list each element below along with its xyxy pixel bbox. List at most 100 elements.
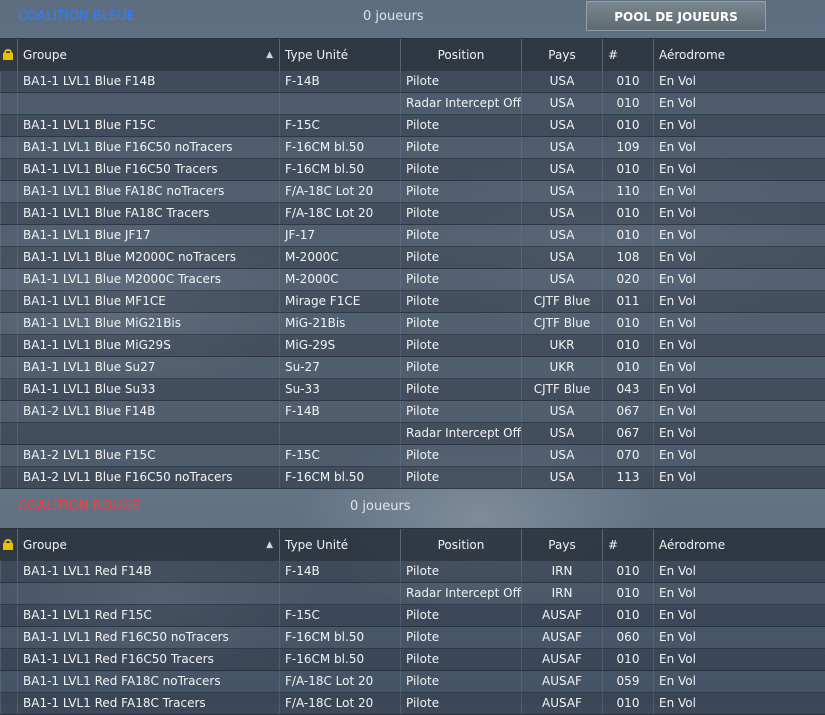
column-header-country[interactable]: Pays	[521, 529, 602, 561]
red-table-header: Groupe ▲ Type Unité Position Pays # Aéro…	[0, 528, 825, 561]
column-header-position[interactable]: Position	[400, 529, 521, 561]
cell-country: USA	[521, 181, 602, 202]
table-row[interactable]: BA1-1 LVL1 Blue M2000C Tracers M-2000C Pil…	[0, 269, 825, 291]
cell-airfield: En Vol	[653, 357, 825, 378]
table-row[interactable]: Radar Intercept OfficerUSA067En Vol	[0, 423, 825, 445]
column-header-number[interactable]: #	[602, 39, 653, 71]
table-row[interactable]: Radar Intercept OfficerUSA010En Vol	[0, 93, 825, 115]
table-row[interactable]: BA1-1 LVL1 Blue MiG29S MiG-29S Pilote UKR 01…	[0, 335, 825, 357]
row-lock-cell	[0, 335, 17, 356]
table-row[interactable]: BA1-1 LVL1 Blue JF17 JF-17 Pilote USA 010 En …	[0, 225, 825, 247]
column-header-unit-type[interactable]: Type Unité	[279, 39, 400, 71]
cell-group: BA1-1 LVL1 Blue FA18C Tracers	[17, 203, 279, 224]
cell-group: BA1-1 LVL1 Blue MiG29S	[17, 335, 279, 356]
column-header-country[interactable]: Pays	[521, 39, 602, 71]
blue-lock-column[interactable]	[0, 39, 16, 71]
cell-unit-type: F-14B	[279, 71, 400, 92]
cell-position: Pilote	[400, 269, 521, 290]
cell-country: USA	[521, 423, 602, 444]
cell-group: BA1-1 LVL1 Blue F14B	[17, 71, 279, 92]
row-lock-cell	[0, 181, 17, 202]
cell-country: USA	[521, 137, 602, 158]
cell-position: Pilote	[400, 247, 521, 268]
table-row[interactable]: BA1-1 LVL1 Blue MiG21Bis MiG-21Bis Pilote C…	[0, 313, 825, 335]
cell-number: 010	[602, 693, 653, 714]
cell-unit-type: F/A-18C Lot 20	[279, 181, 400, 202]
cell-airfield: En Vol	[653, 225, 825, 246]
cell-position: Pilote	[400, 467, 521, 488]
table-row[interactable]: BA1-2 LVL1 Blue F14B F-14B Pilote USA 067 En …	[0, 401, 825, 423]
table-row[interactable]: BA1-1 LVL1 Blue Su33 Su-33 Pilote CJTF Blue…	[0, 379, 825, 401]
cell-airfield: En Vol	[653, 269, 825, 290]
cell-group: BA1-1 LVL1 Blue F16C50 noTracers	[17, 137, 279, 158]
cell-number: 010	[602, 313, 653, 334]
cell-group	[17, 423, 279, 444]
table-row[interactable]: BA1-1 LVL1 Red F14B F-14B Pilote IRN 010 En V…	[0, 561, 825, 583]
table-row[interactable]: BA1-1 LVL1 Blue MF1CE Mirage F1CE Pilote CJ…	[0, 291, 825, 313]
cell-position: Pilote	[400, 335, 521, 356]
cell-number: 108	[602, 247, 653, 268]
cell-airfield: En Vol	[653, 649, 825, 670]
cell-country: CJTF Blue	[521, 379, 602, 400]
cell-country: IRN	[521, 561, 602, 582]
column-header-number[interactable]: #	[602, 529, 653, 561]
cell-airfield: En Vol	[653, 605, 825, 626]
table-row[interactable]: BA1-1 LVL1 Blue F15C F-15C Pilote USA 010 En …	[0, 115, 825, 137]
red-lock-column[interactable]	[0, 529, 16, 561]
cell-group: BA1-1 LVL1 Red F16C50 Tracers	[17, 649, 279, 670]
table-row[interactable]: BA1-1 LVL1 Blue F16C50 noTracers F-16CM b…	[0, 137, 825, 159]
column-header-airfield[interactable]: Aérodrome	[653, 39, 825, 71]
table-row[interactable]: BA1-1 LVL1 Red F16C50 Tracers F-16CM bl.5…	[0, 649, 825, 671]
column-header-airfield[interactable]: Aérodrome	[653, 529, 825, 561]
cell-number: 010	[602, 649, 653, 670]
table-row[interactable]: BA1-2 LVL1 Blue F16C50 noTracers F-16CM b…	[0, 467, 825, 489]
table-row[interactable]: BA1-1 LVL1 Red FA18C Tracers F/A-18C Lot …	[0, 693, 825, 715]
cell-country: AUSAF	[521, 671, 602, 692]
table-row[interactable]: BA1-1 LVL1 Blue FA18C noTracers F/A-18C L…	[0, 181, 825, 203]
table-row[interactable]: BA1-1 LVL1 Red FA18C noTracers F/A-18C Lo…	[0, 671, 825, 693]
cell-number: 010	[602, 583, 653, 604]
cell-country: UKR	[521, 335, 602, 356]
blue-table-header: Groupe ▲ Type Unité Position Pays # Aéro…	[0, 38, 825, 71]
player-pool-button[interactable]: POOL DE JOUEURS	[586, 1, 766, 31]
table-row[interactable]: BA1-2 LVL1 Blue F15C F-15C Pilote USA 070 En …	[0, 445, 825, 467]
table-row[interactable]: BA1-1 LVL1 Blue FA18C Tracers F/A-18C Lot…	[0, 203, 825, 225]
table-row[interactable]: BA1-1 LVL1 Blue F14B F-14B Pilote USA 010 En …	[0, 71, 825, 93]
cell-group: BA1-1 LVL1 Red F15C	[17, 605, 279, 626]
table-row[interactable]: BA1-1 LVL1 Red F16C50 noTracers F-16CM bl…	[0, 627, 825, 649]
cell-number: 010	[602, 357, 653, 378]
table-row[interactable]: BA1-1 LVL1 Red F15C F-15C Pilote AUSAF 010 En…	[0, 605, 825, 627]
row-lock-cell	[0, 313, 17, 334]
table-row[interactable]: Radar Intercept OfficerIRN010En Vol	[0, 583, 825, 605]
red-coalition-title: COALITION ROUGE	[18, 499, 140, 514]
row-lock-cell	[0, 379, 17, 400]
red-player-count: 0 joueurs	[350, 499, 411, 514]
cell-position: Radar Intercept Officer	[400, 93, 521, 114]
table-row[interactable]: BA1-1 LVL1 Blue M2000C noTracers M-2000C P…	[0, 247, 825, 269]
row-lock-cell	[0, 137, 17, 158]
table-row[interactable]: BA1-1 LVL1 Blue Su27 Su-27 Pilote UKR 010 En …	[0, 357, 825, 379]
cell-group: BA1-1 LVL1 Blue JF17	[17, 225, 279, 246]
cell-unit-type: F-15C	[279, 605, 400, 626]
cell-number: 010	[602, 605, 653, 626]
cell-number: 011	[602, 291, 653, 312]
cell-position: Pilote	[400, 71, 521, 92]
cell-country: USA	[521, 445, 602, 466]
cell-group: BA1-1 LVL1 Red F14B	[17, 561, 279, 582]
cell-airfield: En Vol	[653, 291, 825, 312]
cell-unit-type: F-16CM bl.50	[279, 649, 400, 670]
row-lock-cell	[0, 671, 17, 692]
cell-airfield: En Vol	[653, 137, 825, 158]
cell-group: BA1-1 LVL1 Blue Su27	[17, 357, 279, 378]
cell-position: Pilote	[400, 693, 521, 714]
column-header-position[interactable]: Position	[400, 39, 521, 71]
row-lock-cell	[0, 605, 17, 626]
table-row[interactable]: BA1-1 LVL1 Blue F16C50 Tracers F-16CM bl.…	[0, 159, 825, 181]
cell-unit-type: F/A-18C Lot 20	[279, 671, 400, 692]
column-header-group[interactable]: Groupe ▲	[17, 529, 279, 561]
column-header-unit-type[interactable]: Type Unité	[279, 529, 400, 561]
column-header-group[interactable]: Groupe ▲	[17, 39, 279, 71]
row-lock-cell	[0, 401, 17, 422]
cell-group	[17, 93, 279, 114]
cell-position: Pilote	[400, 291, 521, 312]
